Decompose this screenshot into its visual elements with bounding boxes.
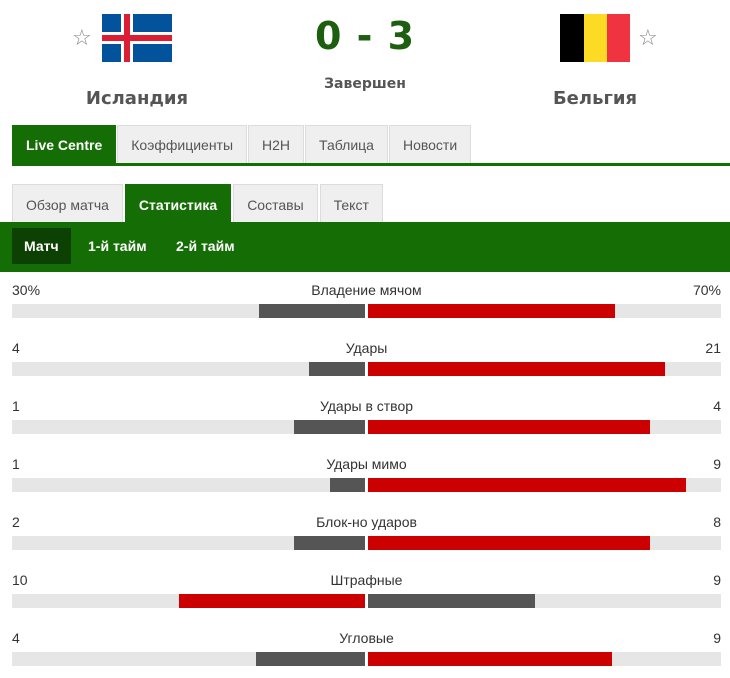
stat-bar — [12, 536, 721, 550]
stat-away-fill — [368, 362, 665, 376]
stat-label: Штрафные — [330, 572, 403, 588]
tab-news[interactable]: Новости — [388, 125, 472, 163]
stat-home-fill — [309, 362, 365, 376]
period-first-half[interactable]: 1-й тайм — [76, 228, 159, 264]
period-second-half[interactable]: 2-й тайм — [164, 228, 247, 264]
tab-lineups[interactable]: Составы — [233, 184, 318, 222]
belgium-flag-icon — [560, 14, 630, 62]
stat-home-fill — [330, 478, 365, 492]
tab-h2h[interactable]: H2H — [248, 125, 305, 163]
stat-away-fill — [368, 420, 650, 434]
stat-row: 4 Угловые 9 — [12, 620, 721, 678]
stat-label: Удары мимо — [326, 456, 407, 472]
stat-label: Угловые — [339, 630, 394, 646]
stat-away-value: 4 — [713, 398, 721, 414]
stat-away-value: 9 — [713, 630, 721, 646]
stat-home-fill — [294, 536, 365, 550]
stat-row: 2 Блок-но ударов 8 — [12, 504, 721, 562]
stat-away-value: 9 — [713, 572, 721, 588]
period-filter-bar: Матч 1-й тайм 2-й тайм — [0, 222, 730, 272]
stat-bar — [12, 652, 721, 666]
stat-label: Удары — [345, 340, 388, 356]
period-match[interactable]: Матч — [12, 228, 71, 264]
stats-list: 30% Владение мячом 70% 4 Удары 21 1 Удар… — [12, 272, 721, 678]
stat-home-track — [12, 478, 365, 492]
favorite-away-star-icon[interactable]: ☆ — [638, 28, 658, 50]
stat-away-value: 9 — [713, 456, 721, 472]
tab-statistics[interactable]: Статистика — [124, 184, 232, 222]
stat-away-value: 21 — [705, 340, 721, 356]
stat-bar — [12, 420, 721, 434]
stat-away-fill — [368, 594, 535, 608]
tab-live-centre[interactable]: Live Centre — [12, 125, 117, 163]
stat-bar — [12, 478, 721, 492]
stat-row: 10 Штрафные 9 — [12, 562, 721, 620]
stat-home-fill — [259, 304, 365, 318]
tab-match-overview[interactable]: Обзор матча — [12, 184, 123, 222]
tabs-divider — [12, 163, 730, 166]
stat-row: 4 Удары 21 — [12, 330, 721, 388]
stat-bar — [12, 594, 721, 608]
stat-bar — [12, 362, 721, 376]
stat-away-fill — [368, 536, 650, 550]
sub-tabs: Обзор матча Статистика Составы Текст — [12, 184, 385, 222]
stat-away-value: 70% — [692, 282, 721, 298]
stat-bar — [12, 304, 721, 318]
main-tabs: Live Centre Коэффициенты H2H Таблица Нов… — [12, 125, 472, 163]
stat-home-fill — [179, 594, 365, 608]
tab-odds[interactable]: Коэффициенты — [117, 125, 248, 163]
stat-row: 1 Удары в створ 4 — [12, 388, 721, 446]
stat-away-fill — [368, 652, 612, 666]
stat-away-fill — [368, 304, 615, 318]
stat-away-fill — [368, 478, 686, 492]
stat-away-value: 8 — [713, 514, 721, 530]
stat-label: Блок-но ударов — [316, 514, 417, 530]
tab-table[interactable]: Таблица — [305, 125, 388, 163]
stat-label: Удары в створ — [319, 398, 414, 414]
stat-row: 1 Удары мимо 9 — [12, 446, 721, 504]
stat-home-fill — [294, 420, 365, 434]
match-header: ☆ Исландия 0 - 3 Завершен Бельгия ☆ — [0, 0, 730, 118]
away-team-name[interactable]: Бельгия — [510, 88, 680, 109]
tab-text[interactable]: Текст — [319, 184, 383, 222]
stat-label: Владение мячом — [311, 282, 422, 298]
stat-row: 30% Владение мячом 70% — [12, 272, 721, 330]
stat-home-fill — [256, 652, 365, 666]
